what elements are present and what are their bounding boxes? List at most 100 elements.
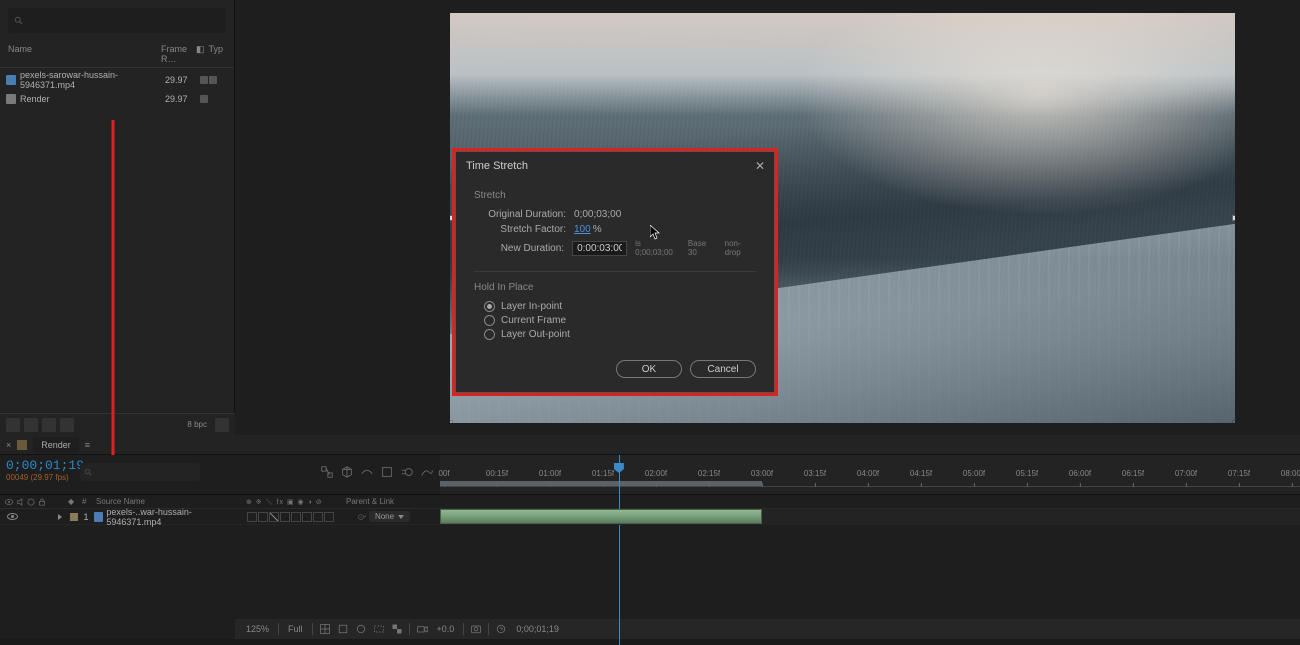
graph-editor-icon[interactable] — [420, 465, 434, 479]
ruler-tick: 05:15f — [1016, 469, 1038, 478]
col-framerate[interactable]: Frame R… — [161, 44, 196, 64]
chevron-down-icon — [398, 515, 404, 519]
color-depth-button[interactable]: 8 bpc — [187, 420, 207, 429]
new-comp-button[interactable] — [42, 418, 56, 432]
radio-label: Layer In-point — [501, 301, 562, 312]
mask-icon[interactable] — [355, 623, 367, 635]
source-name-col-header[interactable]: Source Name — [96, 497, 246, 506]
work-area-bar[interactable] — [440, 481, 762, 486]
parent-col-header[interactable]: Parent & Link — [346, 497, 436, 506]
radio-current-frame[interactable]: Current Frame — [484, 315, 756, 326]
visibility-toggle[interactable] — [7, 513, 18, 520]
annotation-arrow — [105, 120, 125, 480]
radio-layer-in-point[interactable]: Layer In-point — [484, 301, 756, 312]
interpret-footage-button[interactable] — [6, 418, 20, 432]
ruler-tick: 05:00f — [963, 469, 985, 478]
switch-3d[interactable] — [324, 512, 334, 522]
switches-col-header[interactable]: ⊕ ※ ＼ fx ▣ ◉ ◑ ⊘ — [246, 497, 346, 507]
region-icon[interactable] — [373, 623, 385, 635]
radio-icon — [484, 315, 495, 326]
selection-handle[interactable] — [1232, 215, 1235, 221]
stretch-factor-input[interactable]: 100 — [574, 224, 591, 235]
switch-shy[interactable] — [247, 512, 257, 522]
type-icon — [200, 76, 208, 84]
timeline-track-area[interactable] — [440, 509, 1300, 525]
project-search-input[interactable] — [8, 8, 226, 33]
transparency-grid-icon[interactable] — [391, 623, 403, 635]
switch-adjustment[interactable] — [313, 512, 323, 522]
new-duration-input[interactable] — [572, 241, 627, 256]
layer-duration-bar[interactable] — [440, 509, 762, 524]
switch-quality[interactable] — [269, 512, 279, 522]
tab-menu-icon[interactable]: ≡ — [85, 440, 90, 450]
shy-icon[interactable] — [360, 465, 374, 479]
snapshot-icon[interactable] — [470, 623, 482, 635]
ruler-tick: 00f — [438, 469, 449, 478]
timeline-search-input[interactable] — [80, 463, 200, 481]
ruler-tick: 06:15f — [1122, 469, 1144, 478]
ruler-tick: 01:00f — [539, 469, 561, 478]
camera-icon[interactable] — [416, 623, 428, 635]
pickwhip-icon[interactable] — [356, 512, 366, 522]
hold-section-label: Hold In Place — [474, 282, 756, 293]
motion-blur-icon[interactable] — [400, 465, 414, 479]
exposure-value[interactable]: +0.0 — [434, 624, 458, 634]
lock-col-icon[interactable] — [37, 497, 47, 507]
index-col-header[interactable]: # — [82, 497, 96, 506]
video-col-icon[interactable] — [4, 497, 14, 507]
project-item-row[interactable]: pexels-sarowar-hussain-5946371.mp4 29.97 — [0, 68, 234, 92]
col-name[interactable]: Name — [8, 44, 161, 64]
selection-handle[interactable] — [1232, 420, 1235, 423]
frame-blend-icon[interactable] — [380, 465, 394, 479]
cancel-button[interactable]: Cancel — [690, 360, 756, 378]
annotation-highlight-box: Time Stretch ✕ Stretch Original Duration… — [452, 148, 778, 396]
layer-index: 1 — [80, 512, 92, 522]
selection-handle[interactable] — [450, 420, 453, 423]
parent-link-dropdown[interactable]: None — [356, 511, 410, 522]
radio-layer-out-point[interactable]: Layer Out-point — [484, 329, 756, 340]
delete-button[interactable] — [215, 418, 229, 432]
dialog-titlebar[interactable]: Time Stretch ✕ — [456, 152, 774, 180]
footage-icon — [94, 512, 103, 522]
time-stretch-dialog: Time Stretch ✕ Stretch Original Duration… — [455, 151, 775, 393]
type-icon — [200, 95, 208, 103]
time-icon[interactable] — [495, 623, 507, 635]
resolution-dropdown[interactable]: Full — [285, 624, 306, 634]
audio-col-icon[interactable] — [15, 497, 25, 507]
project-item-row[interactable]: Render 29.97 — [0, 92, 234, 106]
guides-icon[interactable] — [337, 623, 349, 635]
layer-name: pexels-..war-hussain-5946371.mp4 — [106, 507, 238, 527]
current-time-display[interactable]: 0;00;01;19 — [6, 458, 84, 473]
ruler-tick: 03:00f — [751, 469, 773, 478]
draft-3d-icon[interactable] — [340, 465, 354, 479]
project-item-framerate: 29.97 — [165, 75, 200, 85]
playhead[interactable] — [619, 455, 620, 645]
solo-col-icon[interactable] — [26, 497, 36, 507]
label-col-icon[interactable]: ◆ — [68, 497, 82, 506]
col-type[interactable]: ◧Typ — [196, 44, 226, 64]
close-button[interactable]: ✕ — [752, 158, 768, 174]
panel-gap — [235, 0, 385, 435]
layer-color-chip[interactable] — [70, 513, 78, 521]
viewer-timecode[interactable]: 0;00;01;19 — [513, 624, 562, 634]
grid-icon[interactable] — [319, 623, 331, 635]
viewer-toolbar: 125% Full +0.0 0;00;01;19 — [235, 619, 1300, 639]
switch-frame-blend[interactable] — [291, 512, 301, 522]
project-settings-button[interactable] — [60, 418, 74, 432]
timeline-ruler-area[interactable]: 00f00:15f01:00f01:15f02:00f02:15f03:00f0… — [440, 455, 1300, 494]
switch-motion-blur[interactable] — [302, 512, 312, 522]
timeline-tab[interactable]: Render — [33, 437, 79, 453]
zoom-dropdown[interactable]: 125% — [243, 624, 272, 634]
original-duration-value: 0;00;03;00 — [574, 209, 621, 220]
layer-row[interactable]: 1 pexels-..war-hussain-5946371.mp4 — [0, 509, 440, 525]
mouse-cursor — [650, 225, 662, 241]
switch-collapse[interactable] — [258, 512, 268, 522]
switch-fx[interactable] — [280, 512, 290, 522]
comp-flowchart-icon[interactable] — [320, 465, 334, 479]
expand-layer-icon[interactable] — [58, 514, 62, 520]
new-folder-button[interactable] — [24, 418, 38, 432]
dialog-title-text: Time Stretch — [466, 160, 528, 172]
stretch-section-label: Stretch — [474, 190, 756, 201]
ok-button[interactable]: OK — [616, 360, 682, 378]
tab-close-icon[interactable]: × — [6, 440, 11, 450]
